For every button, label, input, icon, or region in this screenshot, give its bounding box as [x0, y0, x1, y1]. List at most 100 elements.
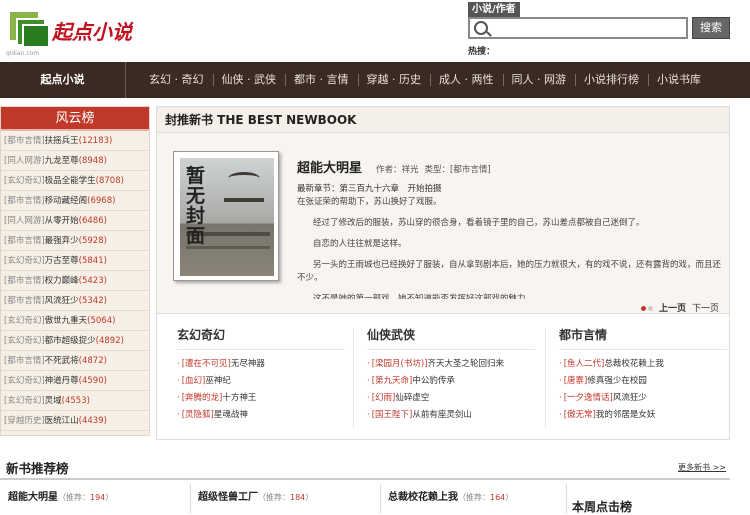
ranking-item[interactable]: [玄幻奇幻]灵域(4553)	[1, 391, 149, 411]
ranking-item[interactable]: [都市言情]权力巅峰(5423)	[1, 271, 149, 291]
category-title[interactable]: 玄幻奇幻	[177, 326, 345, 350]
category-item-author[interactable]: [幻雨]	[372, 393, 396, 403]
category-item[interactable]: · [第九天命]中公豹传承	[367, 373, 547, 390]
ranking-book-name[interactable]: 从零开始	[45, 216, 79, 226]
ranking-book-name[interactable]: 移动藏经阁	[45, 196, 88, 206]
category-item-title[interactable]: 无尽神器	[231, 359, 265, 369]
category-item-title[interactable]: 十方神王	[222, 393, 256, 403]
ranking-book-name[interactable]: 扶摇兵王	[45, 136, 79, 146]
category-item-title[interactable]: 仙碎虚空	[395, 393, 429, 403]
nav-item[interactable]: 玄幻 · 奇幻	[140, 62, 213, 98]
ranking-item[interactable]: [玄幻奇幻]极品全能学生(8708)	[1, 171, 149, 191]
category-item-title[interactable]: 修真强少在校园	[587, 376, 647, 386]
ranking-item[interactable]: [玄幻奇幻]傲世九重天(5064)	[1, 311, 149, 331]
category-item[interactable]: · [一夕逸情话]风流狂少	[559, 390, 739, 407]
category-item-author[interactable]: [梁园月(书坊)]	[372, 359, 428, 369]
bullet-icon: ·	[177, 376, 180, 386]
ranking-book-name[interactable]: 医统江山	[45, 416, 79, 426]
category-item[interactable]: · [国王陛下]从前有座灵剑山	[367, 407, 547, 424]
category-item-title[interactable]: 巫神纪	[205, 376, 231, 386]
ranking-book-name[interactable]: 极品全能学生	[45, 176, 96, 186]
search-tab[interactable]: 小说/作者	[468, 2, 520, 17]
ranking-item[interactable]: [都市言情]移动藏经阁(6968)	[1, 191, 149, 211]
category-title[interactable]: 都市言情	[559, 326, 727, 350]
newbook-name[interactable]: 总裁校花赖上我	[388, 492, 458, 503]
search-input[interactable]	[492, 21, 682, 36]
ranking-item[interactable]: [玄幻奇幻]万古至尊(5841)	[1, 251, 149, 271]
category-item-author[interactable]: [遭在不可见]	[182, 359, 231, 369]
category-item-title[interactable]: 我的邻居是女妖	[596, 410, 656, 420]
category-item[interactable]: · [遭在不可见]无尽神器	[177, 356, 357, 373]
category-item[interactable]: · [幻雨]仙碎虚空	[367, 390, 547, 407]
category-item-author[interactable]: [灵隐狐]	[182, 410, 214, 420]
category-title[interactable]: 仙侠武侠	[367, 326, 535, 350]
ranking-book-name[interactable]: 不死武将	[45, 356, 79, 366]
ranking-item[interactable]: [都市言情]不死武将(4872)	[1, 351, 149, 371]
category-item[interactable]: · [奔腾的龙]十方神王	[177, 390, 357, 407]
ranking-book-name[interactable]: 神道丹尊	[45, 376, 79, 386]
category-item-author[interactable]: [国王陛下]	[372, 410, 413, 420]
latest-chapter[interactable]: 最新章节：第三百九十六章 开始拍摄	[297, 182, 727, 194]
ranking-item[interactable]: [同人网游]从零开始(6486)	[1, 211, 149, 231]
nav-item[interactable]: 都市 · 言情	[285, 62, 358, 98]
next-page-link[interactable]: 下一页	[692, 304, 719, 314]
ranking-item[interactable]: [都市言情]风流狂少(5342)	[1, 291, 149, 311]
category-item-author[interactable]: [血幻]	[182, 376, 206, 386]
pager-dot[interactable]	[648, 306, 653, 311]
ranking-book-name[interactable]: 傲世九重天	[45, 316, 88, 326]
nav-item[interactable]: 同人 · 网游	[502, 62, 576, 98]
newbook-item[interactable]: 超能大明星（推荐：194）	[8, 488, 113, 503]
category-item-author[interactable]: [第九天命]	[372, 376, 413, 386]
category-item-author[interactable]: [鱼人二代]	[564, 359, 605, 369]
category-item[interactable]: · [鱼人二代]总裁校花赖上我	[559, 356, 739, 373]
category-item-title[interactable]: 风流狂少	[613, 393, 647, 403]
category-item-title[interactable]: 中公豹传承	[412, 376, 455, 386]
ranking-book-name[interactable]: 灵域	[45, 396, 62, 406]
featured-pager: 上一页 下一页	[641, 301, 719, 314]
category-item[interactable]: · [傲无常]我的邻居是女妖	[559, 407, 739, 424]
ranking-item[interactable]: [玄幻奇幻]都市超级捉少(4892)	[1, 331, 149, 351]
category-item-title[interactable]: 星魂战神	[214, 410, 248, 420]
ranking-book-name[interactable]: 权力巅峰	[45, 276, 79, 286]
newbook-name[interactable]: 超能大明星	[8, 492, 58, 503]
ranking-item[interactable]: [同人网游]九龙至尊(8948)	[1, 151, 149, 171]
ranking-book-name[interactable]: 风流狂少	[45, 296, 79, 306]
category-item[interactable]: · [梁园月(书坊)]齐天大圣之轮回归来	[367, 356, 547, 373]
category-item-title[interactable]: 总裁校花赖上我	[604, 359, 664, 369]
book-cover[interactable]: 暂无封面	[173, 151, 279, 281]
ranking-book-name[interactable]: 都市超级捉少	[45, 336, 96, 346]
site-logo[interactable]: 起点小说 qidian.com	[4, 6, 132, 57]
ranking-book-name[interactable]: 九龙至尊	[45, 156, 79, 166]
nav-item[interactable]: 小说排行榜	[575, 62, 648, 98]
more-newbooks-link[interactable]: 更多新书 >>	[678, 462, 726, 473]
newbook-item[interactable]: 超级怪兽工厂（推荐：184）	[198, 488, 313, 503]
ranking-item[interactable]: [都市言情]最强弃少(5928)	[1, 231, 149, 251]
nav-item[interactable]: 小说书库	[648, 62, 710, 98]
search-button[interactable]: 搜索	[692, 17, 730, 39]
category-item-author[interactable]: [傲无常]	[564, 410, 596, 420]
ranking-votes: (4892)	[95, 336, 124, 346]
search-box[interactable]	[468, 17, 688, 39]
nav-home[interactable]: 起点小说	[0, 62, 126, 98]
ranking-item[interactable]: [玄幻奇幻]神道丹尊(4590)	[1, 371, 149, 391]
ranking-book-name[interactable]: 最强弃少	[45, 236, 79, 246]
category-item-author[interactable]: [一夕逸情话]	[564, 393, 613, 403]
book-name[interactable]: 超能大明星	[297, 161, 362, 176]
ranking-book-name[interactable]: 万古至尊	[45, 256, 79, 266]
nav-item[interactable]: 穿越 · 历史	[357, 62, 431, 98]
category-item-title[interactable]: 齐天大圣之轮回归来	[427, 359, 504, 369]
ranking-item[interactable]: [都市言情]扶摇兵王(12183)	[1, 131, 149, 151]
category-item[interactable]: · [血幻]巫神纪	[177, 373, 357, 390]
newbook-item[interactable]: 总裁校花赖上我（推荐：164）	[388, 488, 513, 503]
pager-dot-active[interactable]	[641, 306, 646, 311]
ranking-item[interactable]: [穿越历史]医统江山(4439)	[1, 411, 149, 431]
category-item-author[interactable]: [奔腾的龙]	[182, 393, 223, 403]
category-item-title[interactable]: 从前有座灵剑山	[412, 410, 472, 420]
category-item-author[interactable]: [唐寨]	[564, 376, 588, 386]
newbook-name[interactable]: 超级怪兽工厂	[198, 492, 258, 503]
category-item[interactable]: · [唐寨]修真强少在校园	[559, 373, 739, 390]
prev-page-link[interactable]: 上一页	[659, 304, 686, 314]
nav-item[interactable]: 仙侠 · 武侠	[212, 62, 286, 98]
nav-item[interactable]: 成人 · 两性	[430, 62, 503, 98]
category-item[interactable]: · [灵隐狐]星魂战神	[177, 407, 357, 424]
